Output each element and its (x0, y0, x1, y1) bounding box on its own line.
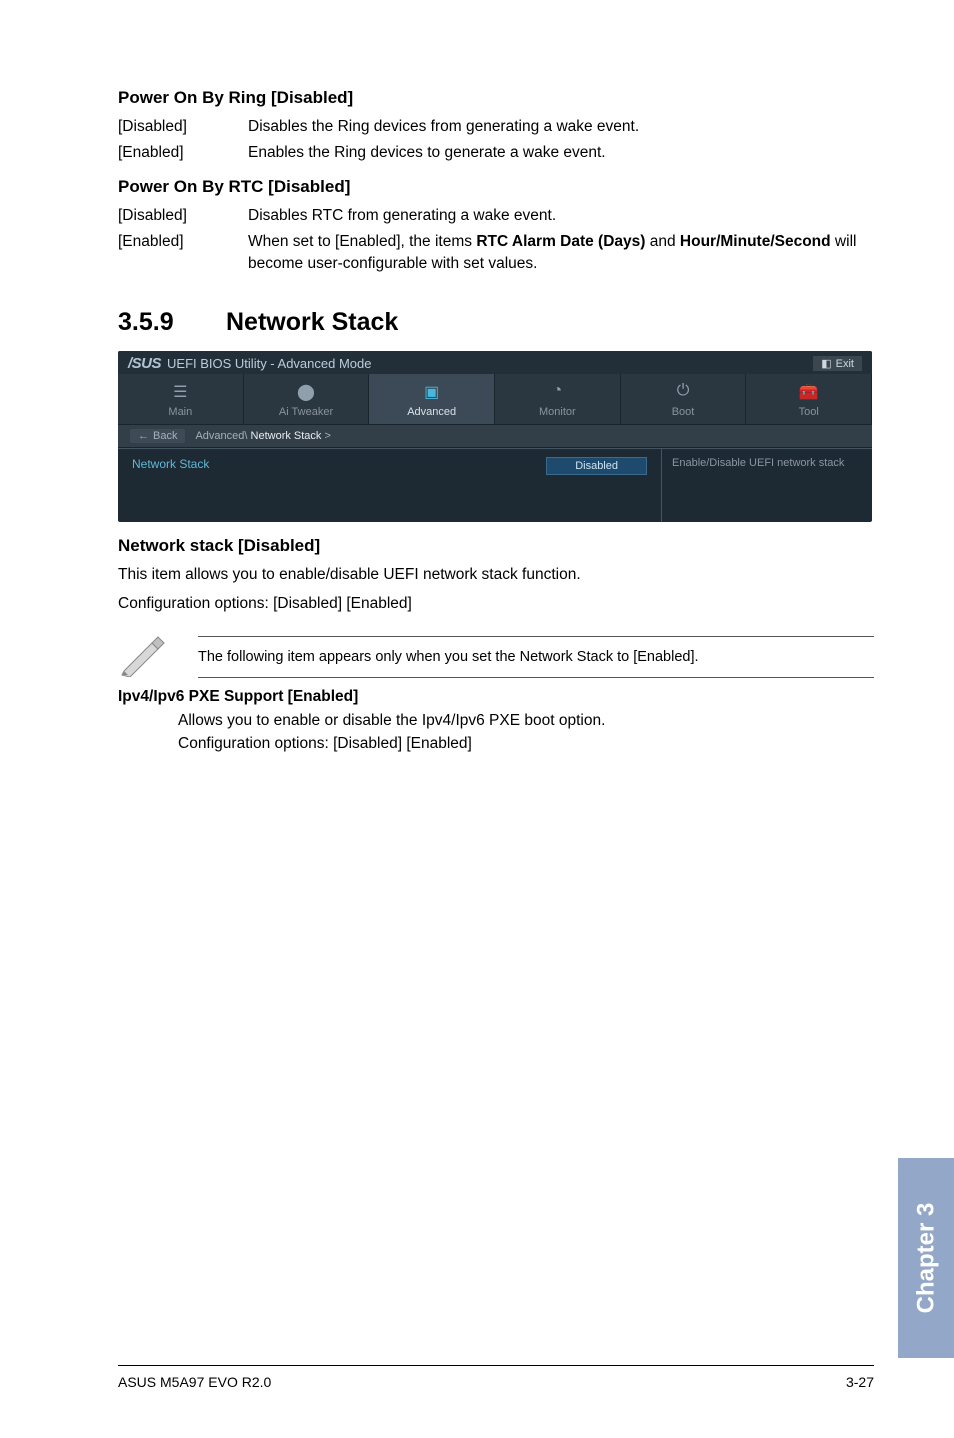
option-row: [Enabled] When set to [Enabled], the ite… (118, 231, 874, 274)
chapter-side-tab: Chapter 3 (898, 1158, 954, 1358)
bios-logo-area: /SUS UEFI BIOS Utility - Advanced Mode (128, 355, 371, 372)
option-desc: Disables RTC from generating a wake even… (248, 205, 874, 227)
help-text: Enable/Disable UEFI network stack (672, 457, 844, 469)
exit-label: Exit (836, 358, 854, 370)
breadcrumb-segment: Advanced\ (195, 430, 250, 442)
tab-boot[interactable]: ⏻ Boot (621, 374, 747, 424)
section-number: 3.5.9 (118, 308, 226, 337)
back-button[interactable]: ← Back (130, 429, 185, 443)
tab-label: Advanced (407, 406, 456, 418)
exit-icon: ◧ (821, 357, 831, 370)
option-term: [Enabled] (118, 231, 248, 274)
breadcrumb-current: Network Stack (251, 430, 322, 442)
breadcrumb-path: Advanced\ Network Stack > (195, 430, 330, 442)
back-arrow-icon: ← (138, 430, 149, 442)
option-desc: Disables the Ring devices from generatin… (248, 116, 874, 138)
tab-label: Monitor (539, 406, 576, 418)
setting-label: Network Stack (132, 457, 209, 471)
option-term: [Disabled] (118, 116, 248, 138)
option-term: [Disabled] (118, 205, 248, 227)
indented-block: Allows you to enable or disable the Ipv4… (118, 710, 874, 755)
bios-breadcrumb: ← Back Advanced\ Network Stack > (118, 424, 872, 448)
tab-advanced[interactable]: ▣ Advanced (369, 374, 495, 424)
footer-product: ASUS M5A97 EVO R2.0 (118, 1374, 271, 1390)
bios-title: UEFI BIOS Utility - Advanced Mode (167, 356, 371, 371)
note-text: The following item appears only when you… (198, 636, 874, 678)
option-row: [Disabled] Disables RTC from generating … (118, 205, 874, 227)
option-desc: Enables the Ring devices to generate a w… (248, 142, 874, 164)
option-row: [Enabled] Enables the Ring devices to ge… (118, 142, 874, 164)
heading-network-stack: Network stack [Disabled] (118, 536, 874, 556)
heading-pxe-support: Ipv4/Ipv6 PXE Support [Enabled] (118, 688, 874, 706)
paragraph: Allows you to enable or disable the Ipv4… (178, 710, 874, 732)
list-icon: ☰ (122, 382, 239, 402)
section-title: Network Stack (226, 308, 398, 336)
section-heading: 3.5.9Network Stack (118, 308, 874, 337)
tab-label: Ai Tweaker (279, 406, 333, 418)
paragraph: Configuration options: [Disabled] [Enabl… (118, 593, 874, 615)
bios-help-panel: Enable/Disable UEFI network stack (662, 449, 872, 522)
footer-page-number: 3-27 (846, 1374, 874, 1390)
tab-tool[interactable]: 🧰 Tool (746, 374, 872, 424)
page-footer: ASUS M5A97 EVO R2.0 3-27 (118, 1365, 874, 1390)
tab-label: Boot (672, 406, 695, 418)
tool-icon: 🧰 (750, 382, 867, 402)
exit-button[interactable]: ◧ Exit (813, 356, 862, 371)
chapter-label: Chapter 3 (912, 1203, 940, 1314)
option-row: [Disabled] Disables the Ring devices fro… (118, 116, 874, 138)
note-block: The following item appears only when you… (118, 631, 874, 682)
chip-icon: ▣ (373, 382, 490, 402)
setting-value[interactable]: Disabled (546, 457, 647, 475)
text: and (645, 233, 679, 250)
breadcrumb-arrow: > (321, 430, 330, 442)
tweaker-icon: ⬤ (248, 382, 365, 402)
tab-label: Tool (799, 406, 819, 418)
text-bold: RTC Alarm Date (Days) (476, 233, 645, 250)
pencil-note-icon (118, 631, 168, 682)
bios-tabbar: ☰ Main ⬤ Ai Tweaker ▣ Advanced ◔ Monitor… (118, 374, 872, 424)
paragraph: This item allows you to enable/disable U… (118, 564, 874, 586)
power-icon: ⏻ (625, 382, 742, 402)
bios-titlebar: /SUS UEFI BIOS Utility - Advanced Mode ◧… (118, 351, 872, 374)
tab-label: Main (168, 406, 192, 418)
tab-monitor[interactable]: ◔ Monitor (495, 374, 621, 424)
back-label: Back (153, 430, 177, 442)
tab-ai-tweaker[interactable]: ⬤ Ai Tweaker (244, 374, 370, 424)
asus-logo: /SUS (128, 355, 161, 372)
bios-setting-row[interactable]: Network Stack Disabled (118, 449, 662, 522)
option-desc: When set to [Enabled], the items RTC Ala… (248, 231, 874, 274)
text: When set to [Enabled], the items (248, 233, 476, 250)
bios-body: Network Stack Disabled Enable/Disable UE… (118, 448, 872, 522)
heading-power-on-rtc: Power On By RTC [Disabled] (118, 177, 874, 197)
text-bold: Hour/Minute/Second (680, 233, 831, 250)
heading-power-on-ring: Power On By Ring [Disabled] (118, 88, 874, 108)
option-term: [Enabled] (118, 142, 248, 164)
tab-main[interactable]: ☰ Main (118, 374, 244, 424)
monitor-icon: ◔ (499, 382, 616, 402)
bios-screenshot: /SUS UEFI BIOS Utility - Advanced Mode ◧… (118, 351, 872, 522)
paragraph: Configuration options: [Disabled] [Enabl… (178, 733, 874, 755)
